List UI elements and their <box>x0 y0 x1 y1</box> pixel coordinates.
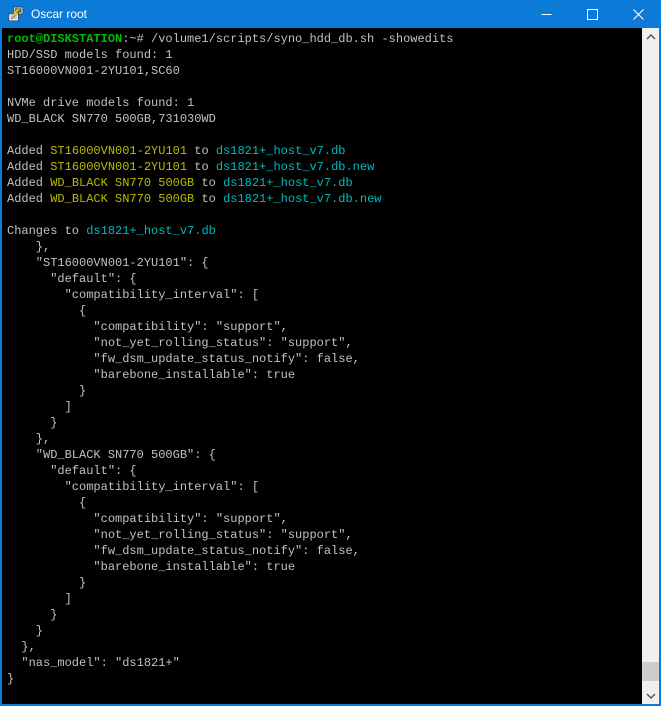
terminal-line: "barebone_installable": true <box>7 367 642 383</box>
terminal-line: } <box>7 623 642 639</box>
terminal-line: ] <box>7 591 642 607</box>
scrollbar[interactable] <box>642 28 659 704</box>
terminal-line: root@DISKSTATION:~# /volume1/scripts/syn… <box>7 31 642 47</box>
terminal-line: WD_BLACK SN770 500GB,731030WD <box>7 111 642 127</box>
terminal-line <box>7 79 642 95</box>
terminal-line: "WD_BLACK SN770 500GB": { <box>7 447 642 463</box>
terminal-line: ST16000VN001-2YU101,SC60 <box>7 63 642 79</box>
terminal-line: NVMe drive models found: 1 <box>7 95 642 111</box>
terminal-line: Added WD_BLACK SN770 500GB to ds1821+_ho… <box>7 175 642 191</box>
window-body: root@DISKSTATION:~# /volume1/scripts/syn… <box>0 28 661 706</box>
terminal-line: "nas_model": "ds1821+" <box>7 655 642 671</box>
titlebar[interactable]: Oscar root <box>0 0 661 28</box>
terminal-line: Added ST16000VN001-2YU101 to ds1821+_hos… <box>7 143 642 159</box>
terminal-line: "compatibility_interval": [ <box>7 287 642 303</box>
terminal-line: Added ST16000VN001-2YU101 to ds1821+_hos… <box>7 159 642 175</box>
terminal-line: "compatibility": "support", <box>7 319 642 335</box>
scroll-up-button[interactable] <box>642 28 659 45</box>
maximize-icon <box>587 9 598 20</box>
scroll-down-button[interactable] <box>642 687 659 704</box>
putty-window: Oscar root root@DISKSTATION:~# /volume1/… <box>0 0 661 706</box>
terminal-line: "default": { <box>7 271 642 287</box>
terminal-line: }, <box>7 431 642 447</box>
terminal-line: } <box>7 415 642 431</box>
terminal-line: "fw_dsm_update_status_notify": false, <box>7 543 642 559</box>
putty-app-icon[interactable] <box>8 6 24 22</box>
terminal-line: { <box>7 303 642 319</box>
terminal-line: "compatibility": "support", <box>7 511 642 527</box>
terminal-line: "compatibility_interval": [ <box>7 479 642 495</box>
close-button[interactable] <box>615 0 661 28</box>
minimize-button[interactable] <box>523 0 569 28</box>
terminal-line: Added WD_BLACK SN770 500GB to ds1821+_ho… <box>7 191 642 207</box>
close-icon <box>633 9 644 20</box>
terminal-line: } <box>7 575 642 591</box>
terminal-line: } <box>7 383 642 399</box>
terminal-line: "barebone_installable": true <box>7 559 642 575</box>
scrollbar-thumb[interactable] <box>642 662 659 681</box>
terminal-line: HDD/SSD models found: 1 <box>7 47 642 63</box>
terminal-line <box>7 127 642 143</box>
terminal-line <box>7 207 642 223</box>
terminal-line: { <box>7 495 642 511</box>
window-title: Oscar root <box>31 7 523 21</box>
terminal-line: "default": { <box>7 463 642 479</box>
terminal-line: }, <box>7 239 642 255</box>
window-controls <box>523 0 661 28</box>
chevron-down-icon <box>646 693 656 699</box>
terminal-line: "not_yet_rolling_status": "support", <box>7 335 642 351</box>
terminal-line: "not_yet_rolling_status": "support", <box>7 527 642 543</box>
minimize-icon <box>541 9 552 20</box>
terminal-line: ] <box>7 399 642 415</box>
chevron-up-icon <box>646 34 656 40</box>
putty-icon <box>8 6 24 22</box>
terminal-line: "fw_dsm_update_status_notify": false, <box>7 351 642 367</box>
terminal-output[interactable]: root@DISKSTATION:~# /volume1/scripts/syn… <box>2 28 642 704</box>
terminal-line: } <box>7 607 642 623</box>
terminal-line: "ST16000VN001-2YU101": { <box>7 255 642 271</box>
terminal-line: }, <box>7 639 642 655</box>
terminal-line: Changes to ds1821+_host_v7.db <box>7 223 642 239</box>
maximize-button[interactable] <box>569 0 615 28</box>
terminal-line: } <box>7 671 642 687</box>
